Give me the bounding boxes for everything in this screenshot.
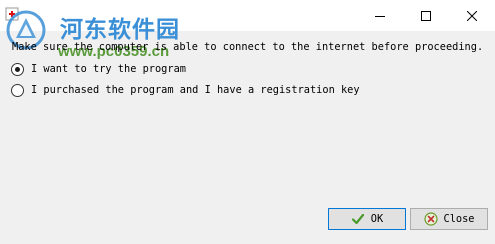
ok-label: OK xyxy=(370,213,384,225)
checkmark-icon xyxy=(351,212,365,226)
close-label: Close xyxy=(443,213,475,225)
option-registration-key[interactable]: I purchased the program and I have a reg… xyxy=(11,82,360,98)
title-bar xyxy=(0,0,495,31)
maximize-icon xyxy=(421,10,431,21)
app-icon xyxy=(4,6,20,22)
close-button[interactable]: Close xyxy=(410,208,488,230)
ok-button[interactable]: OK xyxy=(328,208,406,230)
radio-button[interactable] xyxy=(11,83,24,97)
close-icon xyxy=(467,10,477,21)
window-close-button[interactable] xyxy=(449,0,495,31)
option-label: I want to try the program xyxy=(31,63,186,75)
option-label: I purchased the program and I have a reg… xyxy=(31,84,360,96)
maximize-button[interactable] xyxy=(403,0,449,31)
cancel-icon xyxy=(423,212,438,226)
radio-button-selected[interactable] xyxy=(11,62,24,76)
internet-notice: Make sure the computer is able to connec… xyxy=(12,41,484,53)
option-try-program[interactable]: I want to try the program xyxy=(11,61,186,77)
minimize-icon xyxy=(375,15,385,17)
minimize-button[interactable] xyxy=(357,0,403,31)
